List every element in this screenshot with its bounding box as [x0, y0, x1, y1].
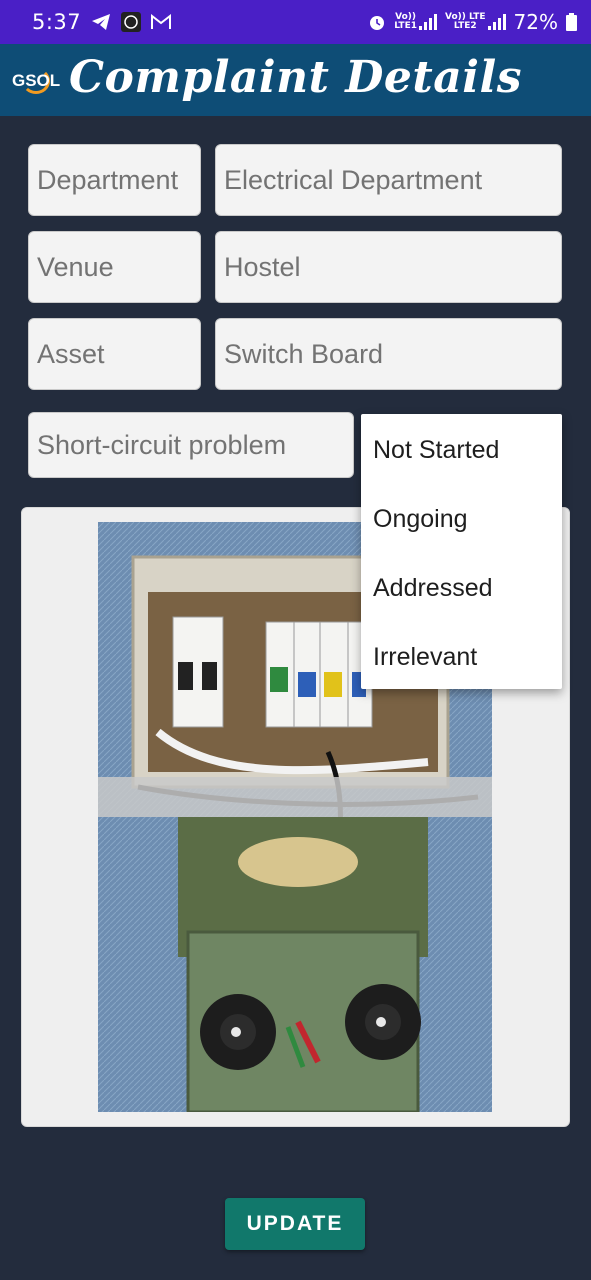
signal-1-icon	[418, 14, 437, 30]
battery-icon	[566, 13, 577, 31]
sim1-lte-label: LTE1	[394, 21, 417, 31]
venue-label-field: Venue	[28, 231, 201, 303]
status-time: 5:37	[32, 10, 82, 34]
department-value-field[interactable]: Electrical Department	[215, 144, 562, 216]
app-icon	[121, 12, 142, 32]
status-option-ongoing[interactable]: Ongoing	[373, 505, 468, 534]
sim2-lte-label: LTE2	[453, 21, 477, 31]
department-label-field: Department	[28, 144, 201, 216]
app-bar: GSOL Complaint Details	[0, 44, 591, 116]
status-dropdown-menu[interactable]: Not Started Ongoing Addressed Irrelevant	[361, 414, 562, 689]
page-title: Complaint Details	[69, 52, 522, 103]
sim2-indicator: Vo)) LTE LTE2	[445, 13, 506, 31]
telegram-icon	[92, 14, 111, 30]
alarm-icon	[370, 16, 385, 30]
update-button[interactable]: UPDATE	[225, 1198, 365, 1250]
venue-value-field[interactable]: Hostel	[215, 231, 562, 303]
status-bar: 5:37 Vo)) LTE1 Vo)) LTE LTE2 72%	[0, 0, 591, 44]
status-option-irrelevant[interactable]: Irrelevant	[373, 643, 477, 672]
asset-value-field[interactable]: Switch Board	[215, 318, 562, 390]
battery-percent: 72%	[513, 10, 558, 34]
asset-label-field: Asset	[28, 318, 201, 390]
status-option-addressed[interactable]: Addressed	[373, 574, 493, 603]
gmail-icon	[151, 14, 172, 29]
status-system-icons: Vo)) LTE1 Vo)) LTE LTE2 72%	[368, 10, 577, 34]
description-field[interactable]: Short-circuit problem	[28, 412, 354, 478]
signal-2-icon	[487, 14, 506, 30]
status-notification-icons	[91, 12, 172, 32]
status-option-not-started[interactable]: Not Started	[373, 436, 499, 465]
sim1-indicator: Vo)) LTE1	[394, 13, 437, 31]
